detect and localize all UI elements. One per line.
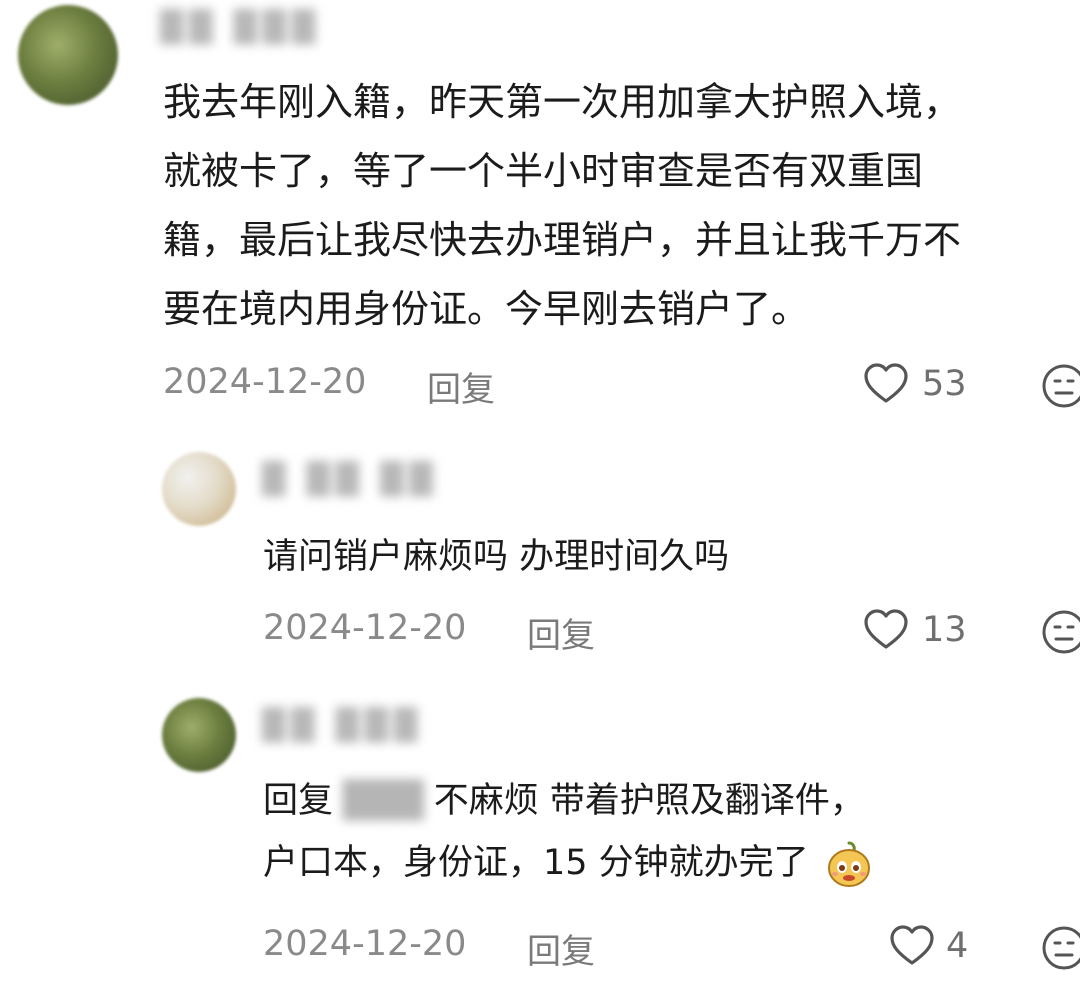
comment-text-line: 就被卡了，等了一个半小时审查是否有双重国 [163, 149, 924, 193]
like-button[interactable] [862, 360, 910, 408]
comment-date: 2024-12-20 [263, 608, 467, 648]
avatar[interactable] [162, 452, 236, 526]
reply-prefix: 回复 [263, 781, 334, 821]
comment-1: ██ ███ 我去年刚入籍，昨天第一次用加拿大护照入境， 就被卡了，等了一个半小… [0, 0, 1080, 430]
like-count: 4 [946, 926, 969, 966]
neutral-face-icon [1042, 926, 1080, 970]
heart-outline-icon [864, 363, 908, 403]
dislike-button[interactable] [1040, 362, 1080, 410]
dislike-button[interactable] [1040, 924, 1080, 972]
dislike-button[interactable] [1040, 608, 1080, 656]
reply-target-username[interactable]: ███ [343, 770, 424, 832]
reply-button[interactable]: 回复 [427, 362, 495, 411]
avatar[interactable] [162, 698, 236, 772]
comment-text-line: 请问销户麻烦吗 办理时间久吗 [263, 537, 730, 577]
heart-outline-icon [864, 609, 908, 649]
heart-outline-icon [890, 925, 934, 965]
comment-text-line: 籍，最后让我尽快去办理销户，并且让我千万不 [163, 218, 962, 262]
like-button[interactable] [888, 922, 936, 970]
comment-date: 2024-12-20 [263, 924, 467, 964]
comment-text-line: 要在境内用身份证。今早刚去销户了。 [163, 287, 810, 331]
neutral-face-icon [1042, 364, 1080, 408]
username[interactable]: ██ ███ [160, 10, 321, 45]
comment-3: ██ ███ 回复 ███ 不麻烦 带着护照及翻译件， 户口本，身份证，15 分钟就… [0, 690, 1080, 998]
reply-button[interactable]: 回复 [527, 924, 595, 973]
like-button[interactable] [862, 606, 910, 654]
reply-button[interactable]: 回复 [527, 608, 595, 657]
comment-text-line: 我去年刚入籍，昨天第一次用加拿大护照入境， [163, 80, 962, 124]
comment-text-line: 回复 ███ 不麻烦 带着护照及翻译件， [263, 770, 865, 832]
comment-text: 不麻烦 带着护照及翻译件， [433, 781, 865, 821]
like-count: 53 [922, 364, 967, 404]
username[interactable]: ██ ███ [262, 708, 423, 743]
comment-2: █ ██ ██ 请问销户麻烦吗 办理时间久吗 2024-12-20 回复 13 [0, 440, 1080, 670]
cartoon-face-emoji [827, 841, 870, 887]
comment-date: 2024-12-20 [163, 362, 367, 402]
avatar[interactable] [18, 5, 118, 105]
like-count: 13 [922, 610, 967, 650]
comment-text-line: 户口本，身份证，15 分钟就办完了 [263, 832, 874, 894]
username[interactable]: █ ██ ██ [262, 462, 438, 497]
comment-text: 户口本，身份证，15 分钟就办完了 [263, 843, 809, 883]
neutral-face-icon [1042, 610, 1080, 654]
